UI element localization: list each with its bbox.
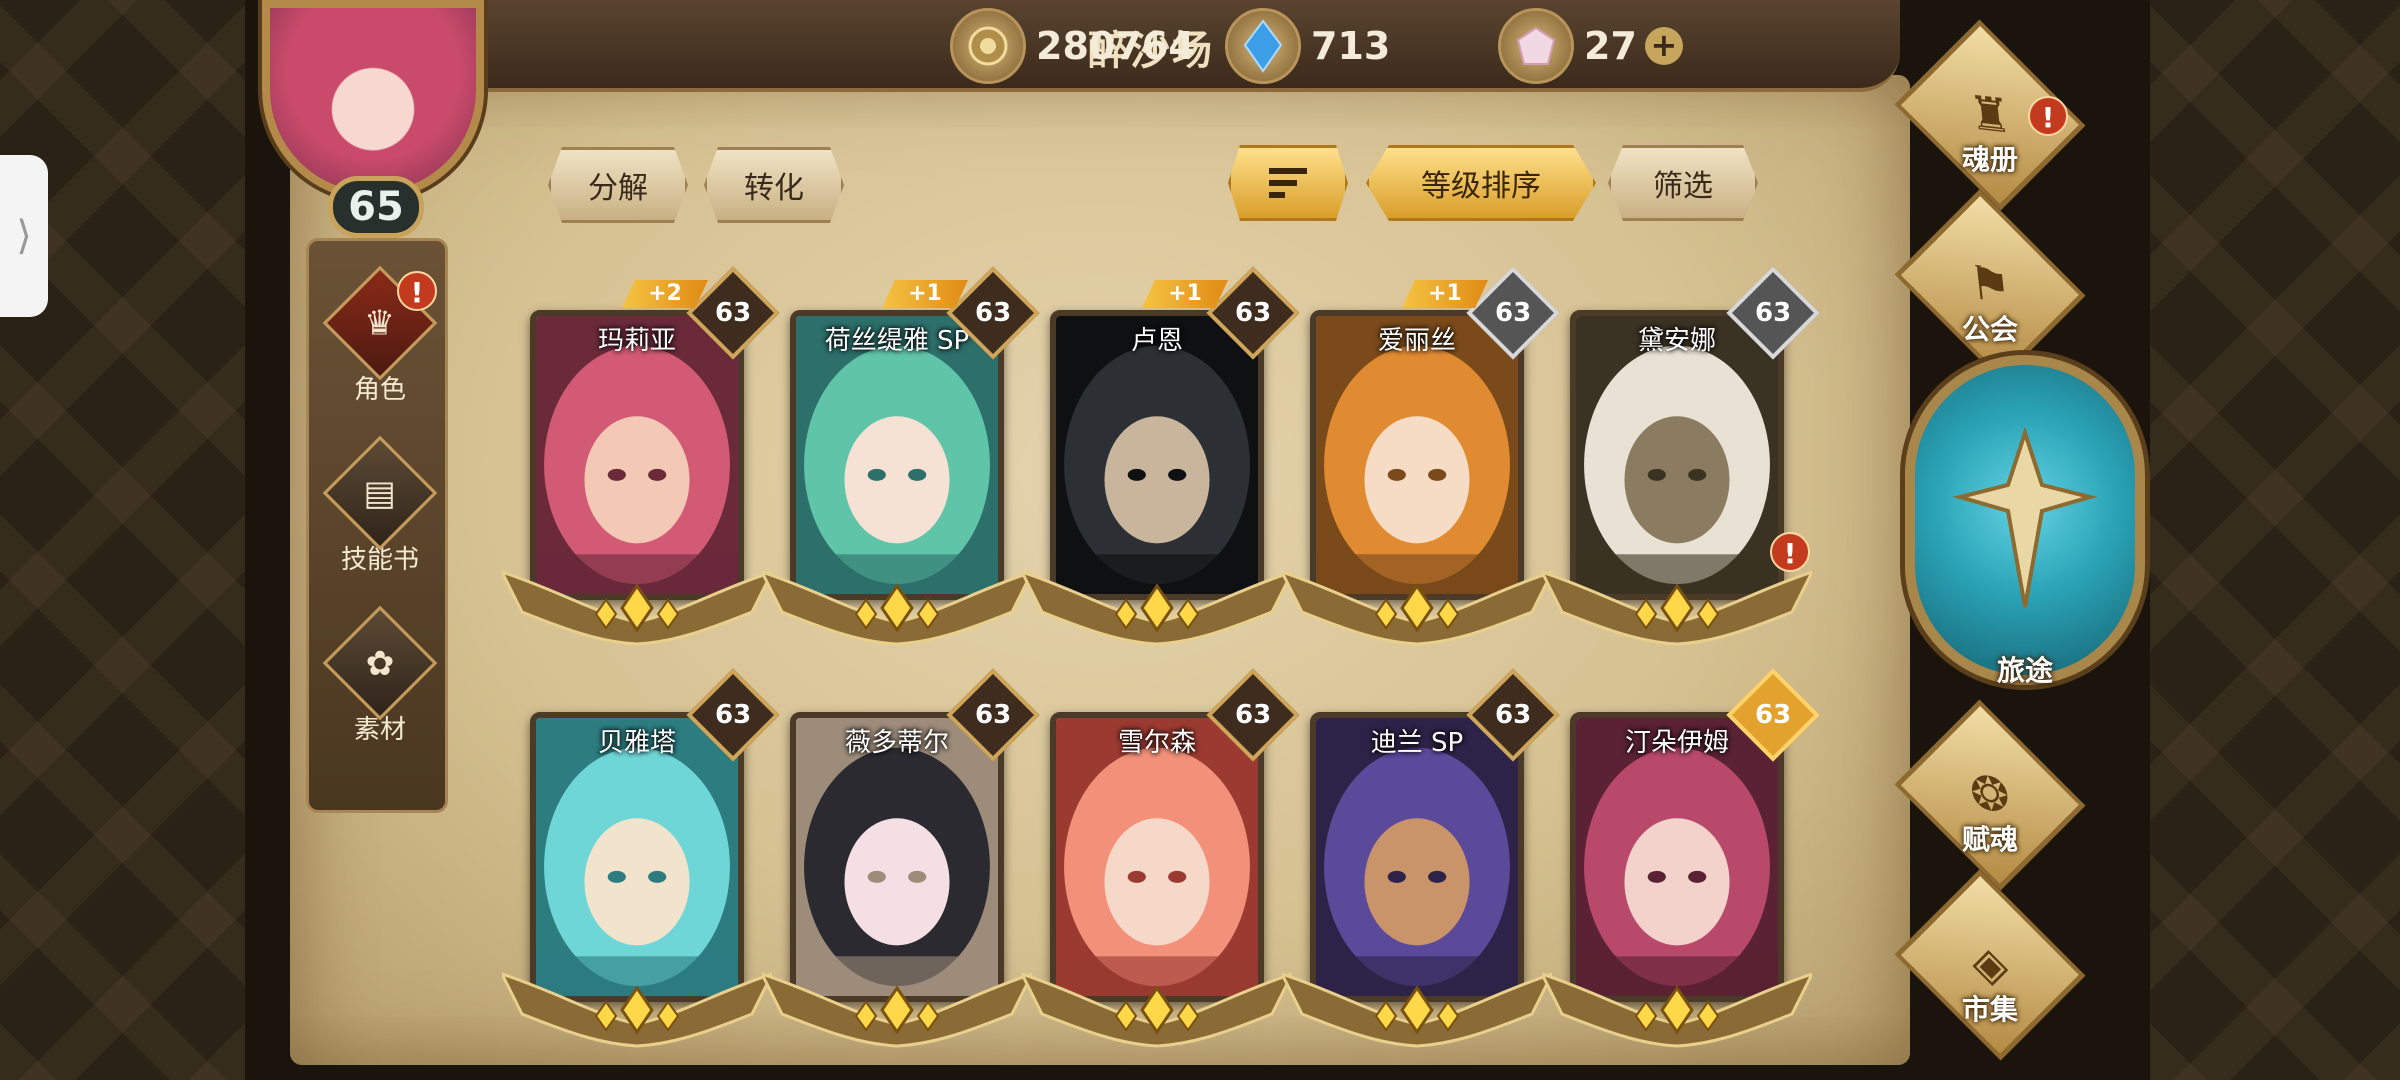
skillbook-icon: ▤ [322, 435, 438, 551]
right-border-decoration [2150, 0, 2400, 1080]
character-level: 63 [1234, 700, 1272, 730]
character-card[interactable]: 汀朵伊姆 63 [1542, 668, 1820, 1048]
player-level-badge: 65 [328, 176, 424, 238]
character-plus-badge: +2 [622, 280, 708, 308]
character-card[interactable]: 贝雅塔 63 [502, 668, 780, 1048]
star-wings-icon [1022, 570, 1292, 646]
nav-soul-infuse-label: 赋魂 [1961, 823, 2018, 856]
character-card[interactable]: 迪兰 SP 63 [1282, 668, 1560, 1048]
star-wings-icon [762, 570, 1032, 646]
avatar[interactable] [262, 0, 484, 200]
character-level: 63 [974, 298, 1012, 328]
material-icon: ✿ [322, 605, 438, 721]
nav-market-label: 市集 [1961, 993, 2018, 1026]
gold-amount: 280764 [1036, 24, 1195, 68]
character-level: 63 [714, 298, 752, 328]
blue-crystal-icon [1225, 8, 1301, 84]
gem-amount: 27 [1584, 24, 1637, 68]
gem-icon [1498, 8, 1574, 84]
nav-guild-label: 公会 [1961, 313, 2018, 346]
star-wings-icon [1282, 570, 1552, 646]
character-alert-icon: ! [397, 271, 437, 311]
character-level: 63 [1234, 298, 1272, 328]
decompose-button[interactable]: 分解 [548, 147, 688, 223]
character-plus-badge: +1 [1142, 280, 1228, 308]
add-gem-button[interactable]: + [1644, 27, 1683, 65]
star-wings-icon [1542, 570, 1812, 646]
soul-infuse-icon: ❂ [1894, 699, 2086, 891]
star-wings-icon [502, 570, 772, 646]
gold-currency: 280764 [950, 8, 1195, 84]
nav-skillbook[interactable]: ▤ 技能书 [309, 435, 451, 576]
top-bar: 醉沙场 280764 713 27 + [420, 0, 1900, 92]
level-sort-button[interactable]: 等级排序 [1366, 145, 1596, 221]
sort-icon [1269, 168, 1307, 198]
nav-character[interactable]: ♛ 角色 ! [309, 265, 451, 406]
character-card[interactable]: 黛安娜 63! [1542, 266, 1820, 646]
chevron-right-icon: ⟩ [16, 213, 32, 259]
side-drawer-handle[interactable]: ⟩ [0, 155, 48, 317]
market-icon: ◈ [1894, 869, 2086, 1061]
nav-soul-infuse[interactable]: ❂ 赋魂 [1890, 699, 2090, 891]
nav-material[interactable]: ✿ 素材 [309, 605, 451, 746]
nav-guild[interactable]: ⚑ 公会 [1890, 189, 2090, 381]
filter-button[interactable]: 筛选 [1608, 145, 1758, 221]
character-alert-icon: ! [1770, 532, 1810, 572]
sort-order-button[interactable] [1228, 145, 1348, 221]
crystal-amount: 713 [1311, 24, 1391, 68]
star-wings-icon [1542, 972, 1812, 1048]
star-wings-icon [1022, 972, 1292, 1048]
star-wings-icon [1282, 972, 1552, 1048]
soulbook-alert-icon: ! [2028, 96, 2068, 136]
nav-market[interactable]: ◈ 市集 [1890, 869, 2090, 1061]
nav-soulbook[interactable]: ♜ 魂册 ! [1890, 19, 2090, 211]
character-level: 63 [1494, 298, 1532, 328]
star-wings-icon [762, 972, 1032, 1048]
left-nav: ♛ 角色 ! ▤ 技能书 ✿ 素材 [306, 238, 448, 813]
character-card[interactable]: 玛莉亚 63 +2 [502, 266, 780, 646]
character-card[interactable]: 薇多蒂尔 63 [762, 668, 1040, 1048]
journey-button[interactable]: 旅途 [1895, 345, 2165, 705]
nav-soulbook-label: 魂册 [1961, 143, 2018, 176]
character-level: 63 [974, 700, 1012, 730]
character-plus-badge: +1 [882, 280, 968, 308]
star-wings-icon [502, 972, 772, 1048]
character-level: 63 [1754, 700, 1792, 730]
character-card[interactable]: 卢恩 63 +1 [1022, 266, 1300, 646]
character-level: 63 [1494, 700, 1532, 730]
character-card[interactable]: 爱丽丝 63 +1 [1282, 266, 1560, 646]
character-plus-badge: +1 [1402, 280, 1488, 308]
character-card[interactable]: 雪尔森 63 [1022, 668, 1300, 1048]
nav-journey-label: 旅途 [1996, 654, 2053, 687]
character-level: 63 [1754, 298, 1792, 328]
gem-currency: 27 + [1498, 8, 1683, 84]
crystal-currency: 713 [1225, 8, 1390, 84]
character-card[interactable]: 荷丝缇雅 SP 63 +1 [762, 266, 1040, 646]
convert-button[interactable]: 转化 [704, 147, 844, 223]
gold-coin-icon [950, 8, 1026, 84]
player-avatar-frame[interactable]: 65 [240, 0, 516, 238]
character-level: 63 [714, 700, 752, 730]
journey-icon [1905, 355, 2145, 685]
